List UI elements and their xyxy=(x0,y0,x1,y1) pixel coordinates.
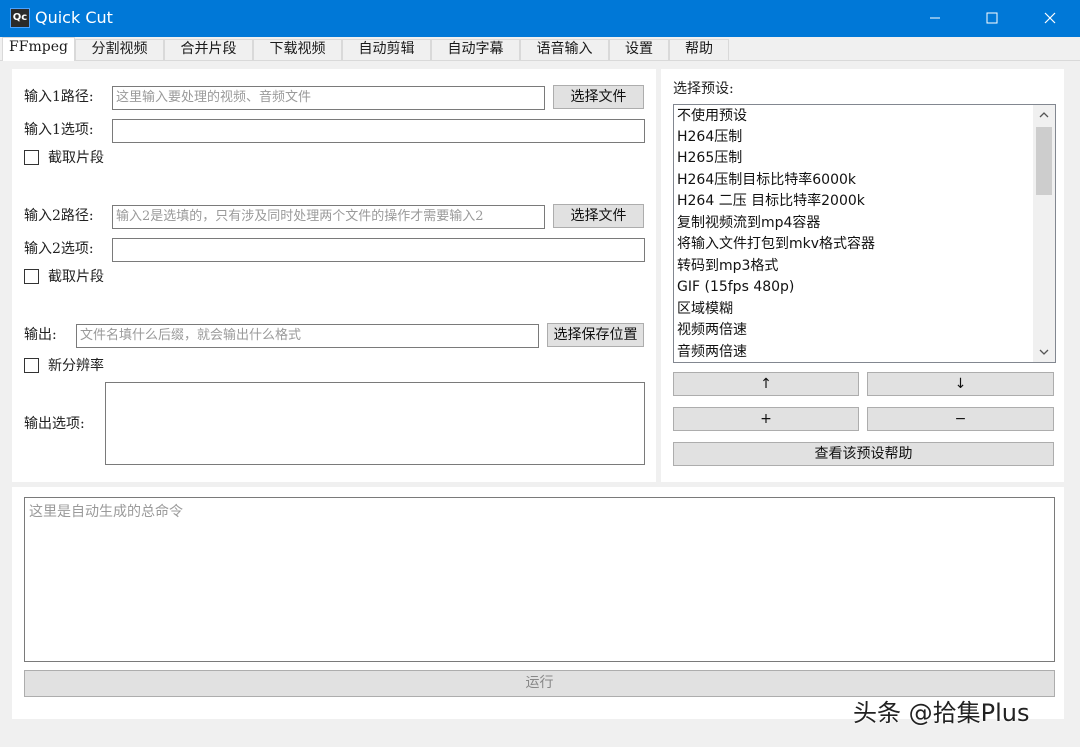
app-logo-icon: Qc xyxy=(10,8,30,28)
minimize-icon xyxy=(930,17,940,19)
input1-clip-checkbox[interactable] xyxy=(24,150,39,165)
maximize-button[interactable] xyxy=(969,0,1015,37)
minimize-button[interactable] xyxy=(912,0,958,37)
tab-merge-clips[interactable]: 合并片段 xyxy=(164,39,253,60)
move-preset-up-button[interactable]: ↑ xyxy=(673,372,859,396)
input2-clip-label: 截取片段 xyxy=(48,269,104,285)
preset-item[interactable]: 不使用预设 xyxy=(677,106,1032,127)
tab-auto-edit[interactable]: 自动剪辑 xyxy=(342,39,431,60)
input2-options-label: 输入2选项: xyxy=(24,241,94,257)
new-resolution-label: 新分辨率 xyxy=(48,358,104,374)
presets-list[interactable]: 不使用预设 H264压制 H265压制 H264压制目标比特率6000k H26… xyxy=(673,104,1056,363)
run-button[interactable]: 运行 xyxy=(24,670,1055,697)
watermark: 头条 @拾集Plus xyxy=(853,699,1030,727)
tab-auto-subtitle[interactable]: 自动字幕 xyxy=(431,39,520,60)
preset-item[interactable]: 视频两倍速 xyxy=(677,320,1032,341)
input1-choose-file-button[interactable]: 选择文件 xyxy=(553,85,644,109)
preset-item[interactable]: H264 二压 目标比特率2000k xyxy=(677,191,1032,212)
input2-options-field[interactable] xyxy=(112,238,645,262)
input1-options-field[interactable] xyxy=(112,119,645,143)
tab-help[interactable]: 帮助 xyxy=(669,39,729,60)
output-options-field[interactable] xyxy=(105,382,645,465)
scroll-thumb[interactable] xyxy=(1036,127,1052,195)
tab-bar-divider xyxy=(0,60,1080,61)
presets-scrollbar[interactable] xyxy=(1033,105,1055,362)
move-preset-down-button[interactable]: ↓ xyxy=(867,372,1054,396)
preset-help-button[interactable]: 查看该预设帮助 xyxy=(673,442,1054,466)
input2-path-label: 输入2路径: xyxy=(24,208,94,224)
tab-settings[interactable]: 设置 xyxy=(609,39,669,60)
title-bar: Qc Quick Cut xyxy=(0,0,1080,37)
scroll-up-arrow-icon[interactable] xyxy=(1033,105,1055,125)
remove-preset-button[interactable]: − xyxy=(867,407,1054,431)
preset-item[interactable]: 音频两倍速 xyxy=(677,342,1032,362)
window-title: Quick Cut xyxy=(35,8,113,27)
input2-path-field[interactable]: 输入2是选填的，只有涉及同时处理两个文件的操作才需要输入2 xyxy=(112,205,545,229)
input1-path-field[interactable]: 这里输入要处理的视频、音频文件 xyxy=(112,86,545,110)
maximize-icon xyxy=(986,12,998,24)
scroll-down-arrow-icon[interactable] xyxy=(1033,342,1055,362)
tab-download-video[interactable]: 下载视频 xyxy=(253,39,342,60)
tab-ffmpeg[interactable]: FFmpeg xyxy=(2,37,75,61)
output-path-field[interactable]: 文件名填什么后缀，就会输出什么格式 xyxy=(76,324,539,348)
tab-split-video[interactable]: 分割视频 xyxy=(75,39,164,60)
input2-clip-checkbox[interactable] xyxy=(24,269,39,284)
preset-item[interactable]: H264压制目标比特率6000k xyxy=(677,170,1032,191)
preset-item[interactable]: 转码到mp3格式 xyxy=(677,256,1032,277)
command-output-field[interactable]: 这里是自动生成的总命令 xyxy=(24,497,1055,662)
preset-item[interactable]: 区域模糊 xyxy=(677,299,1032,320)
close-button[interactable] xyxy=(1027,0,1073,37)
tab-voice-input[interactable]: 语音输入 xyxy=(520,39,609,60)
output-label: 输出: xyxy=(24,327,57,343)
presets-label: 选择预设: xyxy=(673,81,734,97)
preset-item[interactable]: H265压制 xyxy=(677,148,1032,169)
add-preset-button[interactable]: + xyxy=(673,407,859,431)
input1-path-label: 输入1路径: xyxy=(24,89,94,105)
choose-save-location-button[interactable]: 选择保存位置 xyxy=(547,323,644,347)
preset-item[interactable]: 复制视频流到mp4容器 xyxy=(677,213,1032,234)
input2-choose-file-button[interactable]: 选择文件 xyxy=(553,204,644,228)
preset-item[interactable]: 将输入文件打包到mkv格式容器 xyxy=(677,234,1032,255)
close-icon xyxy=(1044,12,1056,24)
new-resolution-checkbox[interactable] xyxy=(24,358,39,373)
preset-item[interactable]: H264压制 xyxy=(677,127,1032,148)
preset-item[interactable]: GIF (15fps 480p) xyxy=(677,277,1032,298)
input1-options-label: 输入1选项: xyxy=(24,122,94,138)
input1-clip-label: 截取片段 xyxy=(48,150,104,166)
output-options-label: 输出选项: xyxy=(24,416,85,432)
